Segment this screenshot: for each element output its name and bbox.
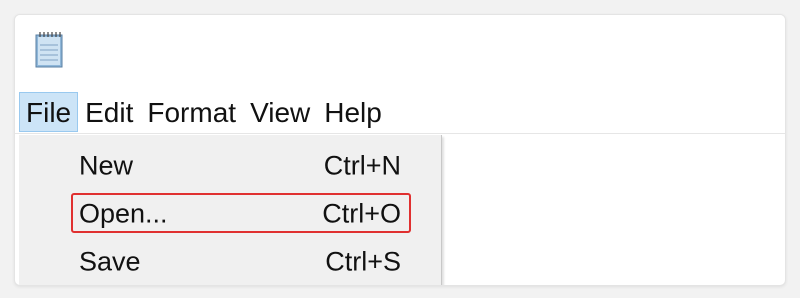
notepad-window: File Edit Format View Help New Ctrl+N Op… — [14, 14, 786, 286]
menu-file[interactable]: File — [19, 92, 79, 132]
menu-bar: File Edit Format View Help — [15, 91, 785, 133]
title-bar — [15, 15, 785, 89]
menubar-divider — [15, 133, 785, 134]
menu-item-shortcut: Ctrl+S — [325, 246, 401, 277]
menu-item-label: New — [79, 150, 134, 181]
menu-edit[interactable]: Edit — [78, 92, 140, 132]
menu-help[interactable]: Help — [317, 92, 389, 132]
menu-item-new[interactable]: New Ctrl+N — [19, 143, 441, 189]
menu-format[interactable]: Format — [140, 92, 243, 132]
menu-view[interactable]: View — [243, 92, 317, 132]
menu-item-save[interactable]: Save Ctrl+S — [19, 239, 441, 285]
menu-item-shortcut: Ctrl+N — [323, 150, 401, 181]
open-highlight-box — [71, 193, 411, 233]
menu-item-label: Save — [79, 246, 141, 277]
file-menu-dropdown: New Ctrl+N Open... Ctrl+O Save Ctrl+S — [19, 135, 442, 285]
notepad-icon — [33, 29, 67, 69]
